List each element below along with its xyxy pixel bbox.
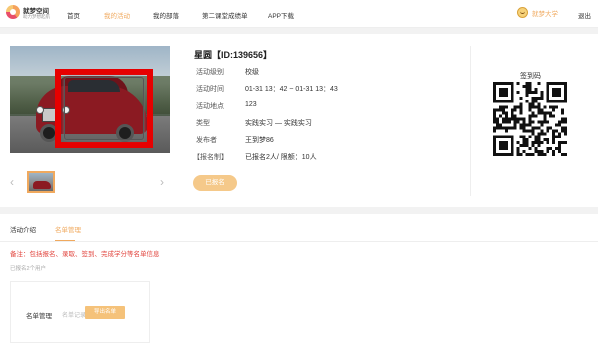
export-list-button[interactable]: 导出名单: [85, 306, 125, 319]
qr-label: 签到码: [520, 73, 541, 80]
user-menu[interactable]: 就梦大学: [517, 7, 558, 18]
nav-app-download[interactable]: APP下载: [268, 10, 294, 20]
info-value: 123: [245, 101, 257, 108]
divider: [0, 241, 598, 242]
chevron-left-icon[interactable]: ‹: [10, 175, 20, 189]
activity-title: 星圆【ID:139656】: [194, 50, 273, 60]
signup-button[interactable]: 已报名: [193, 175, 237, 191]
list-note: 备注：包括报名、录取、签到、完成学分等名单信息: [10, 251, 160, 258]
info-key: 活动地点: [196, 103, 224, 110]
image-thumbnail-strip: ‹ ›: [10, 171, 170, 197]
info-key: 发布者: [196, 137, 217, 144]
qr-code-icon: [493, 82, 567, 156]
divider: [470, 46, 471, 196]
info-key: 【报名制】: [193, 154, 228, 161]
tab-list-management[interactable]: 名单管理: [55, 224, 81, 234]
tabs-panel: 活动介绍 名单管理 备注：包括报名、录取、签到、完成学分等名单信息 已报名2个用…: [0, 214, 598, 363]
nav-my-tribe[interactable]: 我的部落: [153, 10, 179, 20]
logout-link[interactable]: 退出: [578, 10, 591, 20]
info-key: 活动级别: [196, 69, 224, 76]
red-highlight-box: [55, 69, 153, 148]
info-value: 实践实习 — 实践实习: [245, 120, 312, 127]
nav-home[interactable]: 首页: [67, 10, 80, 20]
brand-logo-icon[interactable]: [6, 5, 20, 19]
list-record-hint: 名单记录: [62, 313, 87, 319]
info-value: 已报名2人/ 限额：10人: [245, 154, 317, 161]
list-management-label: 名单管理: [26, 313, 52, 320]
tab-activity-intro[interactable]: 活动介绍: [10, 224, 36, 234]
info-value: 王到梦86: [245, 137, 274, 144]
chevron-right-icon[interactable]: ›: [160, 175, 170, 189]
nav-second-classroom-transcript[interactable]: 第二课堂成绩单: [202, 10, 248, 20]
avatar: [517, 7, 528, 18]
image-thumbnail[interactable]: [27, 171, 55, 193]
info-key: 活动时间: [196, 86, 224, 93]
info-key: 类型: [196, 120, 210, 127]
nav-my-activities[interactable]: 我的活动: [104, 10, 130, 20]
top-nav-bar: 就梦空间 助力梦想起航 首页 我的活动 我的部落 第二课堂成绩单 APP下载 就…: [0, 0, 598, 28]
user-name: 就梦大学: [532, 10, 558, 18]
enrollment-count: 已报名2个用户: [10, 266, 47, 272]
list-management-box: 名单管理 名单记录 导出名单: [10, 281, 150, 343]
info-value: 01-31 13：42 ~ 01-31 13：43: [245, 86, 338, 93]
brand-slogan: 助力梦想起航: [23, 14, 50, 19]
info-value: 校级: [245, 69, 259, 76]
